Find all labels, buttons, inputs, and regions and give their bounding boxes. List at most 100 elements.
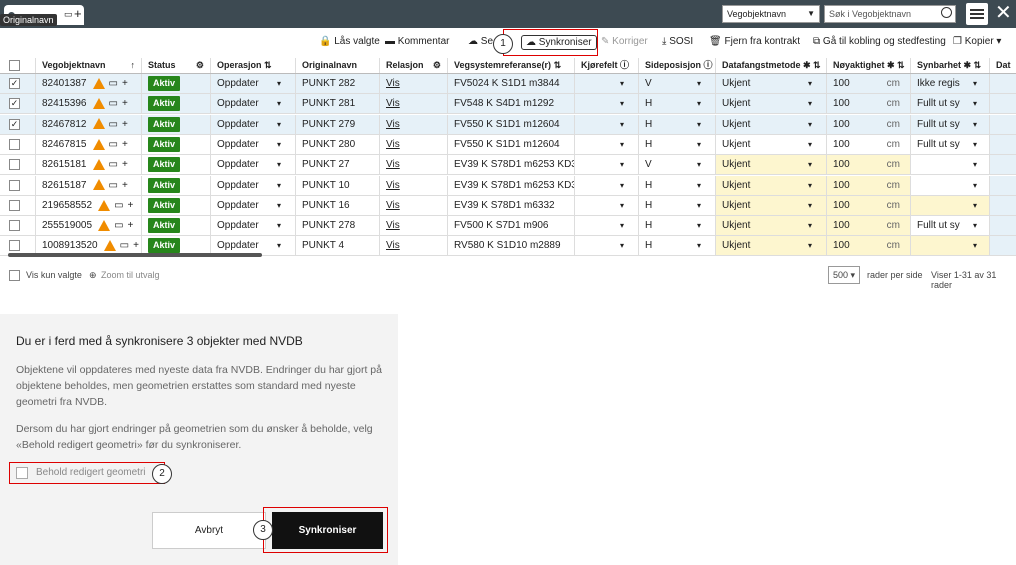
field-select[interactable]: Vegobjektnavn ▼	[722, 5, 820, 23]
synbarhet-select[interactable]: ▾	[911, 155, 990, 175]
close-icon[interactable]: ✕	[995, 3, 1012, 23]
operation-select[interactable]: Oppdater	[217, 78, 259, 89]
operation-select[interactable]: Oppdater	[217, 139, 259, 150]
comment-icon[interactable]: ▭	[64, 9, 73, 20]
header-operasjon[interactable]: Operasjon ⇅	[211, 58, 296, 73]
only-selected-checkbox[interactable]	[9, 270, 20, 281]
synbarhet-select[interactable]: ▾	[911, 195, 990, 215]
header-vegobjektnavn[interactable]: Vegobjektnavn ↑	[36, 58, 142, 73]
sideposisjon-select[interactable]: H ▾	[639, 175, 716, 195]
header-sideposisjon[interactable]: Sideposisjon ⓘ	[639, 58, 716, 73]
header-kjorefelt[interactable]: Kjørefelt ⓘ	[575, 58, 639, 73]
datafangst-select[interactable]: Ukjent ▾	[716, 195, 827, 215]
synbarhet-select[interactable]: Ikke regis ▾	[911, 74, 990, 93]
relation-link[interactable]: Vis	[386, 139, 400, 150]
operation-select[interactable]: Oppdater	[217, 220, 259, 231]
accuracy-input[interactable]: 100 cm	[827, 216, 911, 236]
datafangst-select[interactable]: Ukjent ▾	[716, 236, 827, 256]
synbarhet-select[interactable]: Fullt ut sy ▾	[911, 114, 990, 134]
datafangst-select[interactable]: Ukjent ▾	[716, 134, 827, 154]
operation-select[interactable]: Oppdater	[217, 200, 259, 211]
kjorefelt-select[interactable]: ▾	[575, 195, 639, 215]
table-row[interactable]: ✓ 82415396 ▭ + Aktiv Oppdater ▾ PUNKT 281 V…	[0, 94, 1016, 115]
operation-select[interactable]: Oppdater	[217, 240, 259, 251]
relation-link[interactable]: Vis	[386, 200, 400, 211]
header-relasjon[interactable]: Relasjon ⚙	[380, 58, 448, 73]
kjorefelt-select[interactable]: ▾	[575, 114, 639, 134]
datafangst-select[interactable]: Ukjent ▾	[716, 114, 827, 134]
remove-button[interactable]: 🗑 Fjern fra kontrakt	[709, 36, 800, 47]
sideposisjon-select[interactable]: H ▾	[639, 114, 716, 134]
header-datafangstmetode[interactable]: Datafangstmetode ✱ ⇅	[716, 58, 827, 73]
synbarhet-select[interactable]: Fullt ut sy ▾	[911, 216, 990, 236]
sideposisjon-select[interactable]: V ▾	[639, 74, 716, 93]
page-size-select[interactable]: 500 ▾	[828, 266, 860, 284]
row-checkbox[interactable]	[9, 138, 20, 150]
operation-select[interactable]: Oppdater	[217, 180, 259, 191]
accuracy-input[interactable]: 100 cm	[827, 155, 911, 175]
row-checkbox[interactable]: ✓	[9, 118, 20, 130]
table-row[interactable]: 82615187 ▭ + Aktiv Oppdater ▾ PUNKT 10 Vis …	[0, 175, 1016, 196]
add-icon[interactable]: +	[133, 240, 139, 251]
table-row[interactable]: 82615181 ▭ + Aktiv Oppdater ▾ PUNKT 27 Vis …	[0, 155, 1016, 176]
relation-link[interactable]: Vis	[386, 220, 400, 231]
relation-link[interactable]: Vis	[386, 180, 400, 191]
sosi-button[interactable]: ⤓ SOSI	[662, 36, 693, 47]
row-checkbox[interactable]	[9, 179, 20, 191]
search-input[interactable]: Søk i Vegobjektnavn	[824, 5, 956, 23]
settings-button[interactable]	[966, 3, 988, 25]
datafangst-select[interactable]: Ukjent ▾	[716, 94, 827, 114]
comment-icon[interactable]: ▭	[109, 139, 118, 150]
accuracy-input[interactable]: 100 cm	[827, 94, 911, 114]
row-checkbox[interactable]	[9, 159, 20, 171]
accuracy-input[interactable]: 100 cm	[827, 134, 911, 154]
row-checkbox[interactable]	[9, 199, 20, 211]
comment-icon[interactable]: ▭	[109, 119, 118, 130]
operation-select[interactable]: Oppdater	[217, 98, 259, 109]
kjorefelt-select[interactable]: ▾	[575, 216, 639, 236]
cancel-button[interactable]: Avbryt	[152, 512, 266, 549]
correct-button[interactable]: ✎ Korriger	[601, 36, 648, 47]
comment-icon[interactable]: ▭	[109, 98, 118, 109]
row-checkbox[interactable]	[9, 220, 20, 232]
table-row[interactable]: 82467815 ▭ + Aktiv Oppdater ▾ PUNKT 280 Vis…	[0, 134, 1016, 155]
header-select-all[interactable]	[0, 58, 36, 73]
relation-link[interactable]: Vis	[386, 119, 400, 130]
relation-link[interactable]: Vis	[386, 159, 400, 170]
accuracy-input[interactable]: 100 cm	[827, 175, 911, 195]
table-row[interactable]: ✓ 82401387 ▭ + Aktiv Oppdater ▾ PUNKT 282 V…	[0, 74, 1016, 94]
synbarhet-select[interactable]: ▾	[911, 236, 990, 256]
copy-button[interactable]: ❐ Kopier ▾	[953, 36, 1001, 47]
header-originalnavn[interactable]: Originalnavn	[296, 58, 380, 73]
add-icon[interactable]: +	[122, 98, 128, 109]
kjorefelt-select[interactable]: ▾	[575, 175, 639, 195]
add-icon[interactable]: +	[122, 159, 128, 170]
kjorefelt-select[interactable]: ▾	[575, 134, 639, 154]
comment-button[interactable]: ▬ Kommentar	[385, 36, 449, 47]
sideposisjon-select[interactable]: H ▾	[639, 236, 716, 256]
kjorefelt-select[interactable]: ▾	[575, 155, 639, 175]
comment-icon[interactable]: ▭	[120, 240, 129, 251]
relation-link[interactable]: Vis	[386, 98, 400, 109]
relation-link[interactable]: Vis	[386, 240, 400, 251]
sideposisjon-select[interactable]: H ▾	[639, 216, 716, 236]
datafangst-select[interactable]: Ukjent ▾	[716, 216, 827, 236]
sideposisjon-select[interactable]: H ▾	[639, 195, 716, 215]
operation-select[interactable]: Oppdater	[217, 119, 259, 130]
add-icon[interactable]: +	[122, 180, 128, 191]
add-icon[interactable]: +	[122, 119, 128, 130]
save-button[interactable]: ☁ Se	[468, 36, 493, 47]
accuracy-input[interactable]: 100 cm	[827, 236, 911, 256]
table-row[interactable]: 219658552 ▭ + Aktiv Oppdater ▾ PUNKT 16 Vis…	[0, 195, 1016, 216]
accuracy-input[interactable]: 100 cm	[827, 195, 911, 215]
horizontal-scrollbar[interactable]	[8, 253, 262, 257]
header-noyaktighet[interactable]: Nøyaktighet ✱ ⇅	[827, 58, 911, 73]
goto-button[interactable]: ⧉ Gå til kobling og stedfesting	[813, 36, 946, 47]
add-icon[interactable]: +	[122, 78, 128, 89]
header-status[interactable]: Status ⚙	[142, 58, 211, 73]
comment-icon[interactable]: ▭	[109, 180, 118, 191]
header-synbarhet[interactable]: Synbarhet ✱ ⇅	[911, 58, 990, 73]
add-tab-icon[interactable]: +	[74, 6, 82, 21]
accuracy-input[interactable]: 100 cm	[827, 74, 911, 93]
row-checkbox[interactable]: ✓	[9, 98, 20, 110]
